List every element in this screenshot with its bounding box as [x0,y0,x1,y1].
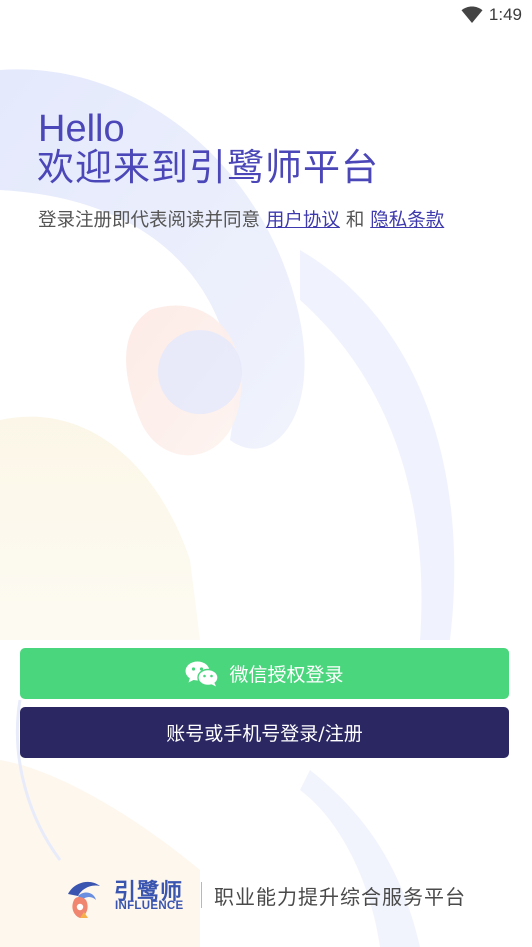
account-login-button[interactable]: 账号或手机号登录/注册 [20,707,509,758]
footer-tagline: 职业能力提升综合服务平台 [214,885,466,909]
wechat-login-label: 微信授权登录 [229,664,344,686]
footer-branding: 引鹭师 INFLUENCE 职业能力提升综合服务平台 [0,868,532,924]
footer-divider [201,882,202,908]
welcome-heading: 欢迎来到引鹭师平台 [37,146,379,189]
account-login-label: 账号或手机号登录/注册 [166,723,363,745]
influence-logo-icon [68,881,100,918]
wechat-login-button[interactable]: 微信授权登录 [20,648,509,699]
wechat-icon [185,661,220,686]
user-agreement-link[interactable]: 用户协议 [266,210,340,231]
agreement-prefix: 登录注册即代表阅读并同意 [38,210,261,231]
wifi-icon [461,6,483,23]
privacy-policy-link[interactable]: 隐私条款 [370,210,444,231]
brand-name-english: INFLUENCE [115,900,184,912]
status-time: 1:49 [488,5,522,24]
hello-heading: Hello [38,108,125,150]
agreement-text: 登录注册即代表阅读并同意 用户协议 和 隐私条款 [38,208,444,234]
status-bar: 1:49 [0,0,532,30]
agreement-and: 和 [345,210,365,231]
